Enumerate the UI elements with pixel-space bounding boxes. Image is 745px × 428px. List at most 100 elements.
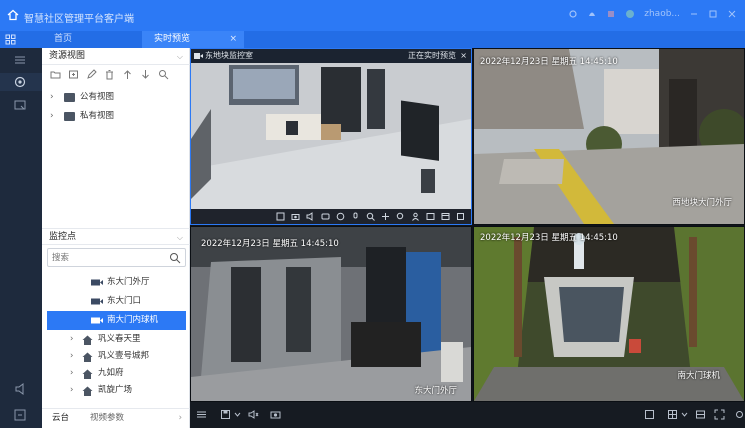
nav-preview[interactable] — [0, 73, 42, 91]
search-icon[interactable] — [158, 69, 169, 80]
notification-icon[interactable] — [587, 9, 597, 19]
chevron-right-icon[interactable]: › — [50, 88, 54, 107]
site-label: 巩义壹号城邦 — [98, 351, 150, 361]
export-icon[interactable] — [13, 408, 27, 422]
zoom-in-icon[interactable] — [366, 212, 375, 221]
app-grid-icon[interactable] — [5, 34, 16, 45]
settings-icon[interactable] — [568, 9, 578, 19]
chevron-down-icon[interactable] — [679, 409, 690, 420]
playback-icon[interactable] — [336, 212, 345, 221]
tab-live-preview[interactable]: 实时预览 × — [142, 31, 244, 48]
chevron-right-icon[interactable]: › — [50, 107, 54, 126]
home-logo-icon — [7, 9, 19, 21]
timestamp-overlay: 2022年12月23日 星期五 14:45:10 — [201, 239, 339, 249]
tree-item-private-view[interactable]: › 私有视图 — [42, 107, 190, 126]
chevron-down-icon[interactable]: ⌵ — [177, 48, 183, 65]
maximize-icon[interactable] — [708, 9, 718, 19]
avatar[interactable] — [625, 9, 635, 19]
snapshot-all-icon[interactable] — [270, 409, 281, 420]
window-mode-icon[interactable] — [644, 409, 655, 420]
tree-item-public-view[interactable]: › 公有视图 — [42, 88, 190, 107]
search-input[interactable] — [52, 251, 162, 265]
camera-item[interactable]: 东大门外厅 — [47, 273, 186, 292]
magnify-icon[interactable] — [396, 212, 405, 221]
site-item[interactable]: › 九如府 — [42, 365, 190, 382]
grid-layout-icon[interactable] — [695, 409, 706, 420]
settings-icon[interactable] — [734, 409, 745, 420]
monitor-points-header[interactable]: 监控点 ⌵ — [42, 228, 190, 245]
tab-live-preview-label: 实时预览 — [154, 34, 191, 44]
site-item[interactable]: › 巩义壹号城邦 — [42, 348, 190, 365]
site-item[interactable]: › 凯旋广场 — [42, 382, 190, 399]
site-label: 凯旋广场 — [98, 385, 133, 395]
camera-icon — [194, 53, 203, 59]
cell-title: 东地块监控室 — [205, 51, 253, 60]
volume-icon[interactable] — [248, 409, 259, 420]
site-label: 巩义春天里 — [98, 334, 141, 344]
alarm-icon[interactable] — [606, 9, 616, 19]
video-cell-1[interactable]: 东地块监控室 正在实时预览 × — [190, 48, 472, 225]
more-icon[interactable] — [456, 212, 465, 221]
split-screen-icon[interactable] — [667, 409, 678, 420]
ptz-tabs: 云台 视频参数 › — [42, 408, 190, 428]
title-actions: zhaob... — [568, 9, 737, 19]
video-cell-3[interactable]: 2022年12月23日 星期五 14:45:10 东大门外厅 — [190, 226, 472, 402]
delete-icon[interactable] — [104, 69, 115, 80]
close-window-icon[interactable] — [727, 9, 737, 19]
window-icon[interactable] — [441, 212, 450, 221]
tab-home[interactable]: 首页 — [42, 31, 142, 48]
folder-icon — [64, 93, 75, 102]
home-icon — [82, 386, 93, 396]
minimize-icon[interactable] — [689, 9, 699, 19]
chevron-right-icon[interactable]: › — [179, 409, 182, 428]
audio-icon[interactable] — [306, 212, 315, 221]
camera-label: 南大门内球机 — [107, 315, 159, 325]
chevron-right-icon[interactable]: › — [70, 365, 73, 382]
resource-view-header[interactable]: 资源视图 ⌵ — [42, 48, 190, 65]
save-layout-icon[interactable] — [220, 409, 231, 420]
menu-icon[interactable] — [13, 53, 27, 67]
tab-close-icon[interactable]: × — [229, 31, 237, 48]
chevron-down-icon[interactable] — [232, 409, 243, 420]
tab-video-params[interactable]: 视频参数 — [90, 409, 124, 428]
video-grid: 东地块监控室 正在实时预览 × 2022年12月23日 星期五 14:45:10… — [190, 48, 745, 428]
user-name[interactable]: zhaob... — [644, 9, 680, 19]
chevron-right-icon[interactable]: › — [70, 382, 73, 399]
track-icon[interactable] — [381, 212, 390, 221]
ptz-icon[interactable] — [276, 212, 285, 221]
search-icon[interactable] — [169, 252, 181, 264]
home-icon — [82, 335, 93, 345]
home-icon — [82, 369, 93, 379]
close-cell-icon[interactable]: × — [460, 49, 467, 63]
intercom-icon[interactable] — [351, 212, 360, 221]
camera-nav-icon — [14, 76, 26, 88]
new-folder-icon[interactable] — [50, 69, 61, 80]
image-icon[interactable] — [426, 212, 435, 221]
move-down-icon[interactable] — [140, 69, 151, 80]
add-view-icon[interactable] — [68, 69, 79, 80]
app-title: 智慧社区管理平台客户端 — [24, 14, 134, 25]
chevron-right-icon[interactable]: › — [70, 331, 73, 348]
list-icon[interactable] — [196, 409, 207, 420]
cell-header: 东地块监控室 正在实时预览 × — [191, 49, 471, 63]
chevron-right-icon[interactable]: › — [70, 348, 73, 365]
preview-status: 正在实时预览 — [408, 51, 456, 60]
video-cell-2[interactable]: 2022年12月23日 星期五 14:45:10 西地块大门外厅 — [473, 48, 745, 225]
broadcast-icon[interactable] — [13, 382, 27, 396]
tab-ptz[interactable]: 云台 — [52, 409, 69, 428]
move-up-icon[interactable] — [122, 69, 133, 80]
chevron-down-icon[interactable]: ⌵ — [177, 229, 183, 246]
person-icon[interactable] — [411, 212, 420, 221]
app-window: 智慧社区管理平台客户端 zhaob... 首页 实时预览 × 资源视图 ⌵ › … — [0, 0, 745, 428]
camera-item-selected[interactable]: 南大门内球机 — [47, 311, 186, 330]
playback-nav-icon[interactable] — [13, 98, 27, 112]
site-item[interactable]: › 巩义春天里 — [42, 331, 190, 348]
fullscreen-icon[interactable] — [714, 409, 725, 420]
video-cell-4[interactable]: 2022年12月23日 星期五 14:45:10 南大门球机 — [473, 226, 745, 402]
camera-item[interactable]: 东大门口 — [47, 292, 186, 311]
tree-item-label: 公有视图 — [80, 92, 115, 102]
record-icon[interactable] — [321, 212, 330, 221]
tab-home-label: 首页 — [54, 34, 73, 44]
snapshot-icon[interactable] — [291, 212, 300, 221]
edit-icon[interactable] — [86, 69, 97, 80]
